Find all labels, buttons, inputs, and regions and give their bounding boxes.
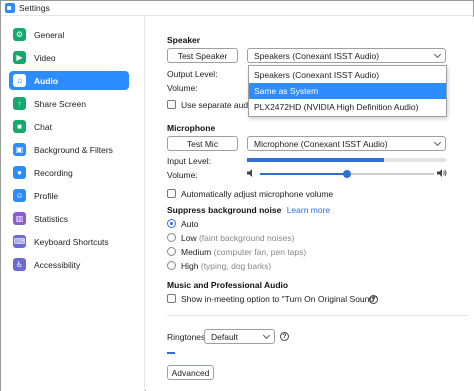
mic-volume-slider[interactable] bbox=[260, 170, 434, 178]
noise-option-hint: (typing, dog barks) bbox=[200, 261, 272, 271]
chat-bubble-icon: ■ bbox=[13, 120, 26, 133]
microphone-heading: Microphone bbox=[167, 123, 216, 133]
suppress-noise-heading: Suppress background noise Learn more bbox=[167, 205, 330, 215]
background-icon: ▣ bbox=[13, 143, 26, 156]
sidebar-item-label: Audio bbox=[34, 75, 59, 86]
original-sound-label: Show in-meeting option to "Turn On Origi… bbox=[181, 294, 378, 304]
mic-volume-fill bbox=[260, 173, 347, 175]
speaker-option-same-as-system[interactable]: Same as System bbox=[249, 83, 446, 99]
suppress-noise-title: Suppress background noise bbox=[167, 205, 282, 215]
sidebar-item-label: Recording bbox=[34, 167, 73, 178]
sidebar-item-label: General bbox=[34, 29, 65, 40]
volume-low-icon bbox=[247, 169, 252, 177]
settings-window: Settings ⚙ General ▶ Video ♫ Audio ↑ Sha… bbox=[0, 0, 474, 391]
speaker-volume-label: Volume: bbox=[167, 83, 198, 93]
sidebar-item-chat[interactable]: ■ Chat bbox=[9, 117, 129, 136]
mic-volume-thumb[interactable] bbox=[343, 170, 351, 178]
noise-high-radio[interactable] bbox=[167, 261, 176, 270]
keyboard-icon: ⌨ bbox=[13, 235, 26, 248]
use-separate-audio-checkbox[interactable] bbox=[167, 100, 176, 109]
volume-high-icon bbox=[437, 169, 447, 177]
output-level-label: Output Level: bbox=[167, 69, 218, 79]
sidebar-item-video[interactable]: ▶ Video bbox=[9, 48, 129, 67]
speaker-device-dropdown: Speakers (Conexant ISST Audio) Same as S… bbox=[248, 65, 447, 117]
sidebar-item-label: Accessibility bbox=[34, 259, 81, 270]
sidebar-item-accessibility[interactable]: ♿ Accessibility bbox=[9, 255, 129, 274]
noise-option-hint: (computer fan, pen taps) bbox=[213, 247, 307, 257]
speaker-device-value: Speakers (Conexant ISST Audio) bbox=[254, 50, 380, 61]
use-separate-audio-label: Use separate audio bbox=[181, 100, 255, 110]
noise-option-label: High bbox=[181, 261, 199, 271]
video-camera-icon: ▶ bbox=[13, 51, 26, 64]
accessibility-icon: ♿ bbox=[13, 258, 26, 271]
ringtones-label: Ringtones bbox=[167, 332, 206, 342]
music-audio-heading: Music and Professional Audio bbox=[167, 280, 289, 290]
section-divider bbox=[167, 315, 467, 316]
speaker-device-select[interactable]: Speakers (Conexant ISST Audio) bbox=[247, 48, 446, 63]
noise-auto-label: Auto bbox=[181, 219, 199, 229]
original-sound-checkbox[interactable] bbox=[167, 294, 176, 303]
auto-adjust-mic-checkbox[interactable] bbox=[167, 189, 176, 198]
sidebar-item-label: Keyboard Shortcuts bbox=[34, 236, 109, 247]
sidebar-item-label: Profile bbox=[34, 190, 59, 201]
noise-high-label: High (typing, dog barks) bbox=[181, 261, 271, 271]
sidebar-item-profile[interactable]: ☺ Profile bbox=[9, 186, 129, 205]
sidebar-item-audio[interactable]: ♫ Audio bbox=[9, 71, 129, 90]
mic-volume-label: Volume: bbox=[167, 170, 198, 180]
noise-auto-radio[interactable] bbox=[167, 219, 176, 228]
test-mic-button[interactable]: Test Mic bbox=[167, 136, 238, 151]
ringtones-value: Default bbox=[211, 331, 238, 342]
noise-low-label: Low (faint background noises) bbox=[181, 233, 294, 243]
noise-option-hint: (faint background noises) bbox=[198, 233, 295, 243]
speaker-option-conexant[interactable]: Speakers (Conexant ISST Audio) bbox=[249, 67, 446, 83]
sidebar-item-label: Statistics bbox=[34, 213, 69, 224]
noise-medium-label: Medium (computer fan, pen taps) bbox=[181, 247, 306, 257]
input-level-meter bbox=[247, 158, 446, 162]
original-sound-help-icon[interactable]: ? bbox=[369, 295, 378, 304]
chevron-down-icon bbox=[433, 50, 442, 59]
chevron-down-icon bbox=[433, 138, 442, 147]
auto-adjust-mic-label: Automatically adjust microphone volume bbox=[181, 189, 334, 199]
sidebar-item-label: Background & Filters bbox=[34, 144, 113, 155]
title-bar: Settings bbox=[1, 1, 473, 16]
speaker-heading: Speaker bbox=[167, 35, 201, 45]
statistics-icon: ▥ bbox=[13, 212, 26, 225]
sidebar-item-label: Share Screen bbox=[34, 98, 86, 109]
settings-sidebar: ⚙ General ▶ Video ♫ Audio ↑ Share Screen… bbox=[1, 17, 145, 391]
ringtones-help-icon[interactable]: ? bbox=[280, 332, 289, 341]
noise-option-label: Medium bbox=[181, 247, 212, 257]
sidebar-item-statistics[interactable]: ▥ Statistics bbox=[9, 209, 129, 228]
input-level-label: Input Level: bbox=[167, 156, 211, 166]
share-screen-icon: ↑ bbox=[13, 97, 26, 110]
profile-icon: ☺ bbox=[13, 189, 26, 202]
window-title: Settings bbox=[19, 3, 50, 13]
sidebar-item-share-screen[interactable]: ↑ Share Screen bbox=[9, 94, 129, 113]
zoom-app-icon bbox=[5, 3, 15, 13]
sidebar-item-label: Video bbox=[34, 52, 56, 63]
noise-option-label: Low bbox=[181, 233, 197, 243]
sidebar-item-general[interactable]: ⚙ General bbox=[9, 25, 129, 44]
sidebar-item-label: Chat bbox=[34, 121, 52, 132]
advanced-button[interactable]: Advanced bbox=[167, 365, 214, 380]
noise-low-radio[interactable] bbox=[167, 233, 176, 242]
microphone-device-select[interactable]: Microphone (Conexant ISST Audio) bbox=[247, 136, 446, 151]
headphones-icon: ♫ bbox=[13, 74, 26, 87]
ringtones-select[interactable]: Default bbox=[204, 329, 275, 344]
sidebar-item-recording[interactable]: ● Recording bbox=[9, 163, 129, 182]
sidebar-item-background-filters[interactable]: ▣ Background & Filters bbox=[9, 140, 129, 159]
speaker-option-plx2472hd[interactable]: PLX2472HD (NVIDIA High Definition Audio) bbox=[249, 99, 446, 115]
learn-more-link[interactable]: Learn more bbox=[287, 205, 330, 215]
test-speaker-button[interactable]: Test Speaker bbox=[167, 48, 238, 63]
record-icon: ● bbox=[13, 166, 26, 179]
ringtone-volume-indicator bbox=[167, 352, 175, 354]
gear-icon: ⚙ bbox=[13, 28, 26, 41]
chevron-down-icon bbox=[262, 331, 271, 340]
microphone-device-value: Microphone (Conexant ISST Audio) bbox=[254, 138, 388, 149]
input-level-fill bbox=[247, 158, 385, 162]
sidebar-item-keyboard-shortcuts[interactable]: ⌨ Keyboard Shortcuts bbox=[9, 232, 129, 251]
noise-medium-radio[interactable] bbox=[167, 247, 176, 256]
